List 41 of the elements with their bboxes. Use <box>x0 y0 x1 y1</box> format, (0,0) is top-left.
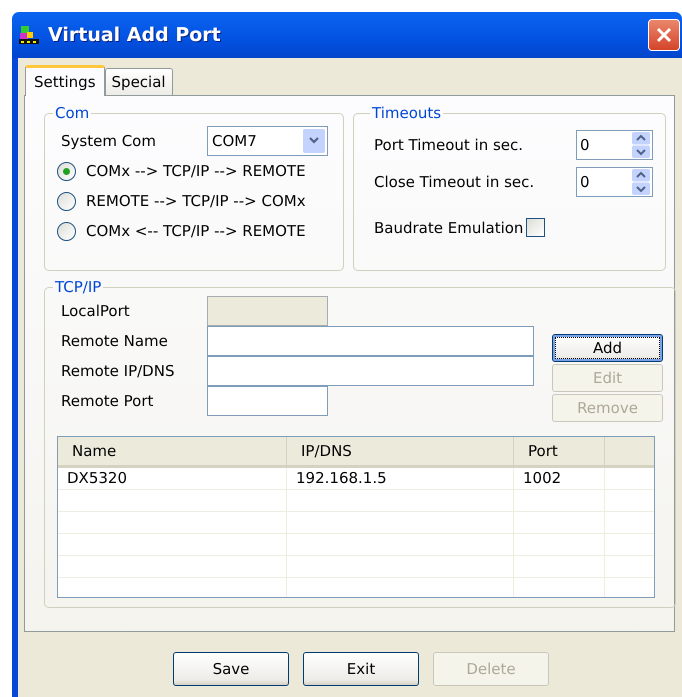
field-label: Close Timeout in sec. <box>374 172 536 190</box>
radio-label: REMOTE --> TCP/IP --> COMx <box>86 192 306 210</box>
spin-field[interactable]: 0 <box>576 166 653 196</box>
checkbox-label: Baudrate Emulation <box>374 218 524 236</box>
table-cell: 192.168.1.5 <box>287 468 514 489</box>
spin-arrows-icon[interactable] <box>632 132 650 158</box>
column-header[interactable]: Port <box>514 437 605 465</box>
dialog-button[interactable]: Exit <box>303 652 419 686</box>
radio-button[interactable] <box>57 192 76 210</box>
radio-label: COMx --> TCP/IP --> REMOTE <box>86 162 306 180</box>
spin-field[interactable]: 0 <box>576 130 653 160</box>
com-dropdown[interactable]: COM7 <box>207 126 328 156</box>
field-label: Remote IP/DNS <box>60 362 176 380</box>
tab[interactable]: Settings <box>25 65 105 96</box>
side-button[interactable]: Add <box>552 334 663 362</box>
radio-button[interactable] <box>57 222 76 240</box>
input-field[interactable] <box>207 386 328 416</box>
window-title: Virtual Add Port <box>48 24 222 46</box>
tab[interactable]: Special <box>104 68 173 95</box>
radio-label: COMx <-- TCP/IP --> REMOTE <box>86 222 306 240</box>
group-title: Com <box>54 104 90 122</box>
group-title: TCP/IP <box>54 278 102 296</box>
field-label: Remote Name <box>60 332 169 350</box>
table-cell: DX5320 <box>58 468 287 489</box>
checkbox[interactable] <box>526 218 545 237</box>
column-header[interactable]: IP/DNS <box>287 437 514 465</box>
app-icon <box>18 24 40 46</box>
group-title: Timeouts <box>371 104 442 122</box>
field-label: Remote Port <box>60 392 154 410</box>
close-button[interactable] <box>648 19 680 51</box>
close-icon <box>656 27 672 43</box>
field-label: LocalPort <box>60 302 131 320</box>
input-field[interactable] <box>207 356 534 386</box>
column-header[interactable]: Name <box>58 437 287 465</box>
table-cell: 1002 <box>514 468 605 489</box>
radio-button[interactable] <box>57 162 76 180</box>
spin-arrows-icon[interactable] <box>632 168 650 194</box>
input-field[interactable] <box>207 326 534 356</box>
field-label: System Com <box>60 132 157 150</box>
field-label: Port Timeout in sec. <box>374 136 524 154</box>
dialog-button[interactable]: Save <box>173 652 289 686</box>
